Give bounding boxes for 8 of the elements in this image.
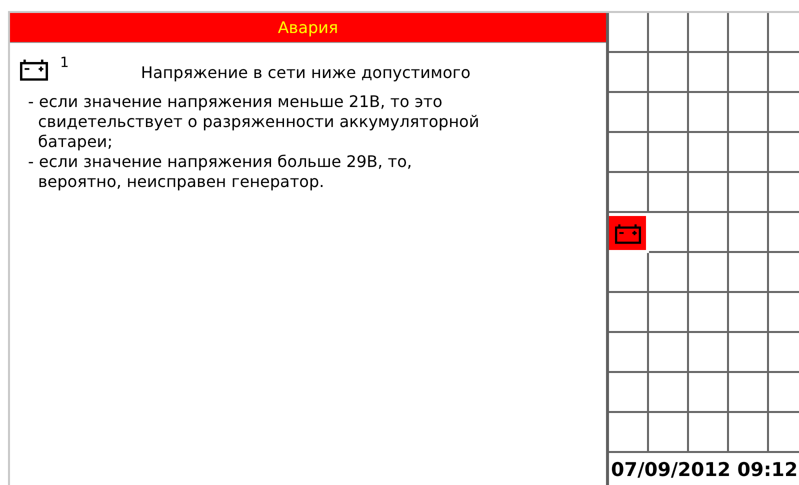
note-text: - если значение напряжения меньше 21В, то это свидетельствует о разряженности аккумуляторной батареи;: [28, 92, 480, 152]
note-text: - если значение напряжения больше 29В, то, вероятно, неисправен генератор.: [28, 152, 413, 192]
alarm-title: Авария: [10, 13, 606, 43]
battery-icon: [614, 222, 640, 244]
alarm-code: 1: [60, 55, 69, 71]
battery-icon: [20, 57, 48, 81]
date-time: 07/09/2012 09:12: [610, 458, 799, 481]
alarm-message: Напряжение в сети ниже допустимого: [140, 63, 471, 82]
